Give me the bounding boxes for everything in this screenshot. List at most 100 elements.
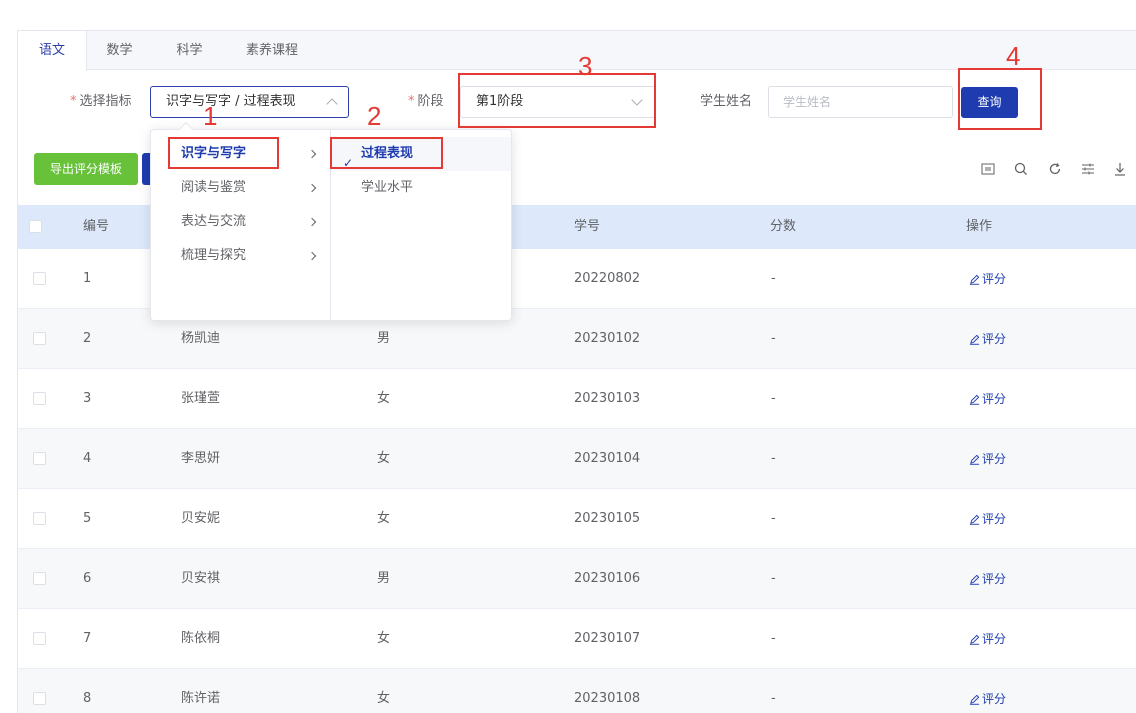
header-score: 分数 [770, 219, 797, 234]
query-button[interactable]: 查询 [961, 87, 1018, 118]
indicator-cascader-dropdown: 识字与写字 阅读与鉴赏 表达与交流 梳理与探究 ✓ 过程表现 学业水平 [150, 121, 512, 321]
score-action-label: 评分 [982, 572, 1007, 586]
score-action-label: 评分 [982, 392, 1007, 406]
cell-score: - [771, 271, 776, 286]
student-name-label: 学生姓名 [700, 94, 753, 109]
cell-score: - [771, 511, 776, 526]
cell-no: 6 [83, 571, 92, 586]
chevron-up-icon [326, 98, 338, 110]
table-row: 6 贝安祺 男 20230106 - 评分 [18, 549, 1136, 609]
cascader-item-achievement[interactable]: 学业水平 [331, 171, 511, 205]
cell-no: 4 [83, 451, 92, 466]
cell-name: 贝安妮 [181, 511, 221, 526]
table-row: 7 陈依桐 女 20230107 - 评分 [18, 609, 1136, 669]
cascader-item-reading[interactable]: 阅读与鉴赏 [151, 171, 331, 205]
edit-icon [969, 514, 980, 525]
score-action[interactable]: 评分 [969, 609, 1006, 669]
cell-no: 2 [83, 331, 92, 346]
chevron-right-icon [307, 183, 317, 193]
select-all-checkbox[interactable] [29, 220, 42, 233]
cell-student-no: 20230102 [574, 331, 641, 346]
cell-score: - [771, 691, 776, 706]
header-student-no: 学号 [574, 219, 601, 234]
row-checkbox[interactable] [33, 392, 46, 405]
refresh-icon[interactable] [1047, 161, 1063, 177]
score-action-label: 评分 [982, 632, 1007, 646]
cascader-item-label: 学业水平 [361, 180, 414, 195]
edit-icon [969, 574, 980, 585]
edit-icon [969, 694, 980, 705]
edit-icon [969, 334, 980, 345]
cell-no: 3 [83, 391, 92, 406]
score-action[interactable]: 评分 [969, 249, 1006, 309]
indicator-label: * 选择指标 [70, 93, 132, 111]
required-mark: * [408, 94, 415, 109]
student-name-input[interactable] [783, 87, 952, 117]
cell-student-no: 20230106 [574, 571, 641, 586]
cascader-item-expression[interactable]: 表达与交流 [151, 205, 331, 239]
annotation-number-4: 4 [1006, 41, 1021, 71]
header-no: 编号 [83, 219, 110, 234]
tab-science[interactable]: 科学 [152, 31, 227, 70]
tab-chinese[interactable]: 语文 [18, 31, 87, 71]
cell-score: - [771, 571, 776, 586]
filter-icon[interactable] [1080, 161, 1096, 177]
cell-gender: 女 [377, 511, 391, 526]
indicator-select[interactable]: 识字与写字 / 过程表现 [150, 86, 349, 118]
chevron-right-icon [307, 251, 317, 261]
cell-name: 陈许诺 [181, 691, 221, 706]
cell-name: 贝安祺 [181, 571, 221, 586]
row-checkbox[interactable] [33, 512, 46, 525]
score-action[interactable]: 评分 [969, 489, 1006, 549]
score-action[interactable]: 评分 [969, 549, 1006, 609]
cell-name: 张瑾萱 [181, 391, 221, 406]
cell-no: 5 [83, 511, 92, 526]
chevron-right-icon [307, 149, 317, 159]
header-ops: 操作 [966, 219, 993, 234]
columns-icon[interactable] [980, 161, 996, 177]
indicator-select-value: 识字与写字 / 过程表现 [166, 94, 296, 109]
tab-math[interactable]: 数学 [87, 31, 152, 70]
tab-literacy-course[interactable]: 素养课程 [227, 31, 317, 70]
cascader-item-label: 阅读与鉴赏 [181, 180, 247, 195]
cell-student-no: 20230107 [574, 631, 641, 646]
cell-student-no: 20230104 [574, 451, 641, 466]
cell-score: - [771, 391, 776, 406]
table-row: 8 陈许诺 女 20230108 - 评分 [18, 669, 1136, 713]
cell-gender: 女 [377, 691, 391, 706]
indicator-label-text: 选择指标 [79, 94, 132, 109]
student-name-input-wrap [768, 86, 953, 118]
score-action[interactable]: 评分 [969, 669, 1006, 713]
stage-select[interactable]: 第1阶段 [460, 86, 656, 118]
cascader-item-process[interactable]: ✓ 过程表现 [331, 137, 511, 171]
cascader-item-exploration[interactable]: 梳理与探究 [151, 239, 331, 273]
search-icon[interactable] [1013, 161, 1029, 177]
row-checkbox[interactable] [33, 692, 46, 705]
download-icon[interactable] [1112, 161, 1128, 177]
row-checkbox[interactable] [33, 632, 46, 645]
stage-label-text: 阶段 [417, 94, 444, 109]
cascader-item-literacy[interactable]: 识字与写字 [151, 137, 331, 171]
row-checkbox[interactable] [33, 452, 46, 465]
score-action[interactable]: 评分 [969, 369, 1006, 429]
annotation-number-1: 1 [203, 101, 218, 131]
row-checkbox[interactable] [33, 272, 46, 285]
cascader-menu-level2: ✓ 过程表现 学业水平 [331, 130, 511, 320]
chevron-down-icon [631, 94, 643, 106]
edit-icon [969, 394, 980, 405]
score-action-label: 评分 [982, 332, 1007, 346]
cell-student-no: 20220802 [574, 271, 641, 286]
export-template-button[interactable]: 导出评分模板 [34, 153, 138, 185]
cell-name: 陈依桐 [181, 631, 221, 646]
annotation-number-2: 2 [367, 101, 382, 131]
score-action[interactable]: 评分 [969, 309, 1006, 369]
cell-gender: 女 [377, 391, 391, 406]
row-checkbox[interactable] [33, 572, 46, 585]
score-action-label: 评分 [982, 692, 1007, 706]
score-action-label: 评分 [982, 512, 1007, 526]
cascader-item-label: 表达与交流 [181, 214, 247, 229]
row-checkbox[interactable] [33, 332, 46, 345]
score-action[interactable]: 评分 [969, 429, 1006, 489]
edit-icon [969, 634, 980, 645]
table-row: 4 李思妍 女 20230104 - 评分 [18, 429, 1136, 489]
